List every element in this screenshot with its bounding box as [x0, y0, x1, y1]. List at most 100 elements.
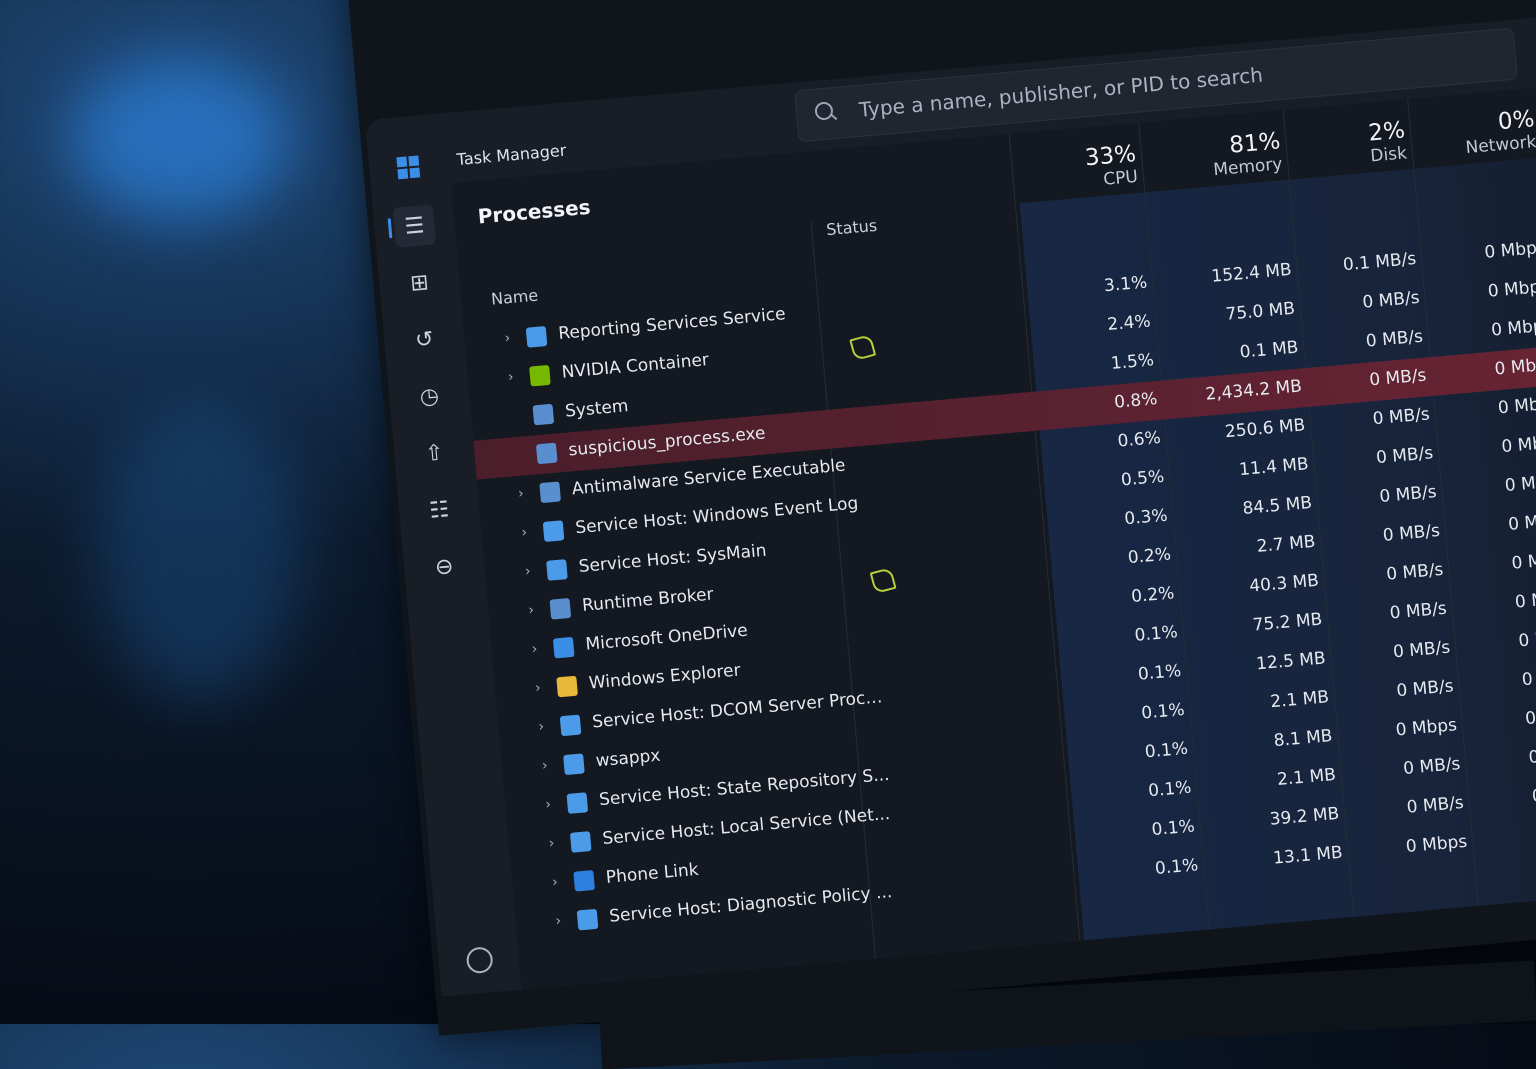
cpu-value: 0.8%	[1113, 389, 1159, 413]
window-icon	[539, 481, 561, 504]
gear-icon	[546, 559, 568, 581]
window-icon	[535, 442, 558, 465]
disk-value: 0 Mbps	[1405, 831, 1468, 857]
column-header-network[interactable]: 0% Network	[1414, 106, 1536, 162]
cpu-value: 0.1%	[1150, 816, 1196, 841]
disk-value: 0 MB/s	[1385, 559, 1445, 585]
disk-value: 0 MB/s	[1405, 792, 1465, 818]
network-value: 0 Mbps	[1517, 626, 1536, 652]
gear-icon	[542, 520, 565, 542]
cpu-value: 0.1%	[1154, 855, 1199, 879]
network-value: 0 Mbps	[1507, 509, 1536, 535]
window-icon	[532, 403, 555, 426]
column-header-status[interactable]: Status	[825, 216, 877, 239]
chevron-right-icon[interactable]: ›	[541, 758, 548, 774]
app-history-icon[interactable]: ↺	[403, 318, 446, 361]
cpu-value: 0.5%	[1120, 466, 1166, 491]
startup-apps-icon[interactable]: ◷	[408, 375, 451, 418]
page-title: Processes	[476, 194, 592, 229]
processes-page: Processes Name Status 33% CPU 81% Memory…	[450, 80, 1536, 997]
background-light-blob	[100, 400, 300, 700]
disk-value: 0 MB/s	[1361, 287, 1421, 313]
cpu-value: 0.2%	[1127, 544, 1172, 569]
memory-value: 75.2 MB	[1251, 609, 1324, 636]
memory-value: 12.5 MB	[1255, 648, 1327, 675]
disk-value: 0 MB/s	[1378, 482, 1438, 507]
chevron-right-icon[interactable]: ›	[534, 680, 541, 696]
cpu-value: 0.3%	[1123, 505, 1169, 530]
network-value: 0 Mbps	[1531, 782, 1536, 807]
disk-value: 0 MB/s	[1382, 520, 1441, 546]
gear-icon	[525, 326, 548, 348]
chevron-right-icon[interactable]: ›	[538, 719, 545, 735]
memory-value: 40.3 MB	[1248, 570, 1320, 597]
memory-value: 250.6 MB	[1224, 415, 1307, 443]
details-icon[interactable]: ☷	[418, 488, 461, 531]
disk-value: 0 MB/s	[1365, 326, 1424, 352]
cloud-icon	[552, 636, 575, 659]
cpu-value: 0.1%	[1147, 777, 1193, 802]
chevron-right-icon[interactable]: ›	[507, 369, 514, 385]
folder-icon	[556, 675, 578, 698]
chevron-right-icon[interactable]: ›	[545, 796, 552, 812]
column-header-name[interactable]: Name	[490, 286, 539, 309]
memory-value: 84.5 MB	[1241, 492, 1313, 519]
cpu-value: 0.6%	[1116, 427, 1162, 452]
gear-icon	[563, 753, 585, 776]
column-header-disk[interactable]: 2% Disk	[1289, 117, 1407, 173]
chevron-right-icon[interactable]: ›	[517, 486, 524, 502]
disk-value: 0 MB/s	[1392, 637, 1451, 663]
app-title: Task Manager	[455, 140, 567, 170]
memory-value: 0.1 MB	[1238, 337, 1300, 363]
chevron-right-icon[interactable]: ›	[521, 524, 528, 540]
cpu-value: 3.1%	[1103, 272, 1149, 297]
cpu-value: 2.4%	[1106, 311, 1152, 336]
network-value: 0 Mbps	[1490, 315, 1536, 341]
network-value: 0 Mbps	[1493, 354, 1536, 380]
column-header-memory[interactable]: 81% Memory	[1145, 128, 1284, 186]
memory-value: 11.4 MB	[1238, 454, 1310, 481]
gear-icon	[576, 908, 599, 931]
chevron-right-icon[interactable]: ›	[528, 602, 535, 618]
services-icon[interactable]: ⊖	[423, 545, 466, 588]
gear-icon[interactable]	[465, 946, 494, 975]
chevron-right-icon[interactable]: ›	[524, 563, 531, 579]
network-value: 0 Mbps	[1514, 587, 1536, 613]
column-header-cpu[interactable]: 33% CPU	[1015, 141, 1139, 197]
cpu-value: 0.1%	[1144, 738, 1189, 763]
chevron-right-icon[interactable]: ›	[548, 835, 555, 851]
disk-value: 0 MB/s	[1371, 404, 1431, 430]
phone-icon	[573, 869, 595, 892]
gear-icon	[569, 831, 592, 853]
network-value: 0 Mbps	[1524, 704, 1536, 730]
chevron-right-icon[interactable]: ›	[531, 641, 538, 657]
memory-value: 8.1 MB	[1272, 726, 1334, 752]
cpu-value: 1.5%	[1110, 350, 1155, 374]
performance-icon[interactable]: ⊞	[398, 261, 441, 304]
chevron-right-icon[interactable]: ›	[504, 330, 511, 346]
window-icon	[549, 598, 572, 620]
memory-value: 2.7 MB	[1255, 531, 1317, 557]
memory-value: 75.0 MB	[1224, 298, 1296, 325]
network-value: 0 Mbps	[1527, 743, 1536, 768]
memory-value: 2.1 MB	[1276, 764, 1337, 790]
chevron-right-icon[interactable]: ›	[555, 913, 562, 929]
network-value: 0 Mbps	[1500, 431, 1536, 458]
users-icon[interactable]: ⇧	[413, 432, 456, 475]
chevron-right-icon[interactable]: ›	[551, 874, 558, 890]
disk-value: 0 MB/s	[1388, 598, 1448, 624]
cpu-value: 0.2%	[1130, 583, 1176, 607]
network-value: 0 Mbps	[1510, 548, 1536, 574]
network-value: 0 Mbps	[1504, 470, 1536, 497]
search-icon	[814, 101, 834, 121]
network-value: 0 Mbps	[1497, 393, 1536, 419]
network-value: 0 Mbps	[1483, 237, 1536, 263]
gear-icon	[559, 714, 582, 737]
processes-icon[interactable]: ☰	[392, 204, 437, 248]
background-light-blob	[70, 60, 290, 220]
cpu-value: 0.1%	[1137, 661, 1182, 685]
disk-value: 0 Mbps	[1394, 715, 1458, 741]
disk-value: 0 MB/s	[1402, 754, 1462, 779]
cpu-value: 0.1%	[1133, 622, 1179, 646]
disk-value: 0 MB/s	[1375, 443, 1434, 469]
